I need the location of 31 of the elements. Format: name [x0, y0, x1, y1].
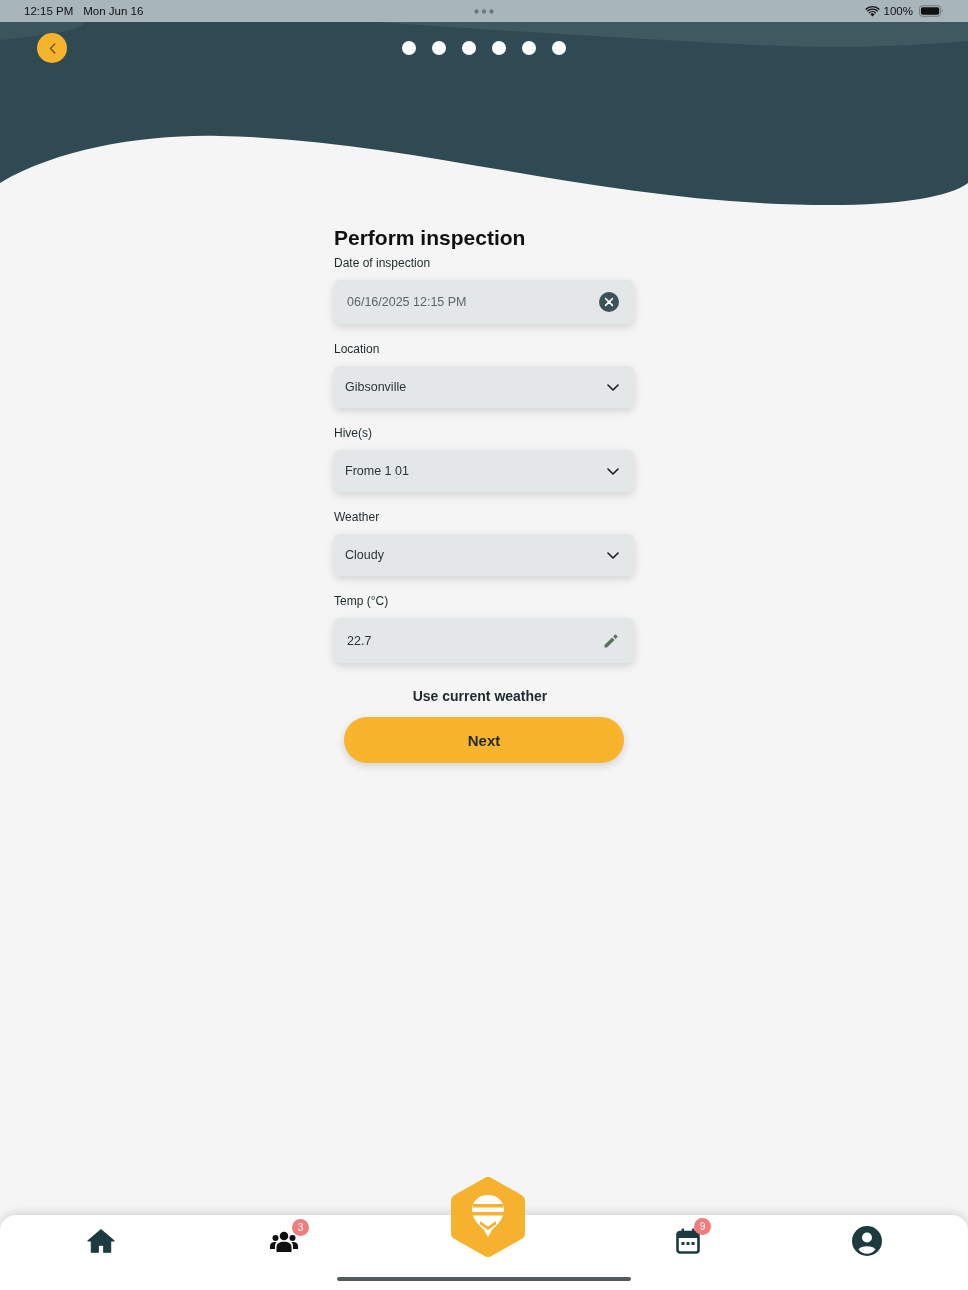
field-label: Date of inspection — [334, 255, 432, 271]
chevron-down-icon — [607, 467, 619, 475]
home-icon[interactable] — [87, 1228, 115, 1254]
number-field[interactable]: 22.7 — [334, 618, 634, 663]
dropdown-field[interactable]: Gibsonville — [334, 366, 634, 408]
calendar-icon[interactable] — [676, 1228, 700, 1254]
dropdown-field[interactable]: Frome 1 01 — [334, 450, 634, 492]
people-group-icon[interactable] — [270, 1229, 298, 1253]
field-label: Weather — [334, 509, 381, 525]
chevron-down-icon — [607, 551, 619, 559]
clear-icon[interactable] — [599, 292, 619, 312]
status-time: 12:15 PM — [24, 5, 74, 17]
date-field[interactable]: 06/16/2025 12:15 PM — [334, 280, 634, 324]
more-dots-icon[interactable] — [474, 8, 494, 14]
notification-count: 3 — [292, 1219, 309, 1236]
field-label: Location — [334, 341, 381, 357]
form-title: Perform inspection — [334, 225, 527, 251]
battery-icon — [919, 5, 944, 17]
use-current-weather-link[interactable]: Use current weather — [412, 687, 548, 705]
field-label: Temp (°C) — [334, 593, 390, 609]
dropdown-field[interactable]: Cloudy — [334, 534, 634, 576]
pencil-icon[interactable] — [603, 632, 619, 649]
battery-percent: 100% — [883, 5, 913, 17]
chevron-left-icon — [48, 42, 56, 54]
status-date: Mon Jun 16 — [83, 5, 144, 17]
next-button[interactable]: Next — [344, 717, 624, 763]
notification-count: 9 — [694, 1218, 711, 1235]
field-label: Hive(s) — [334, 425, 373, 441]
wifi-icon — [864, 5, 880, 17]
chevron-down-icon — [607, 383, 619, 391]
profile-icon[interactable] — [852, 1226, 882, 1256]
